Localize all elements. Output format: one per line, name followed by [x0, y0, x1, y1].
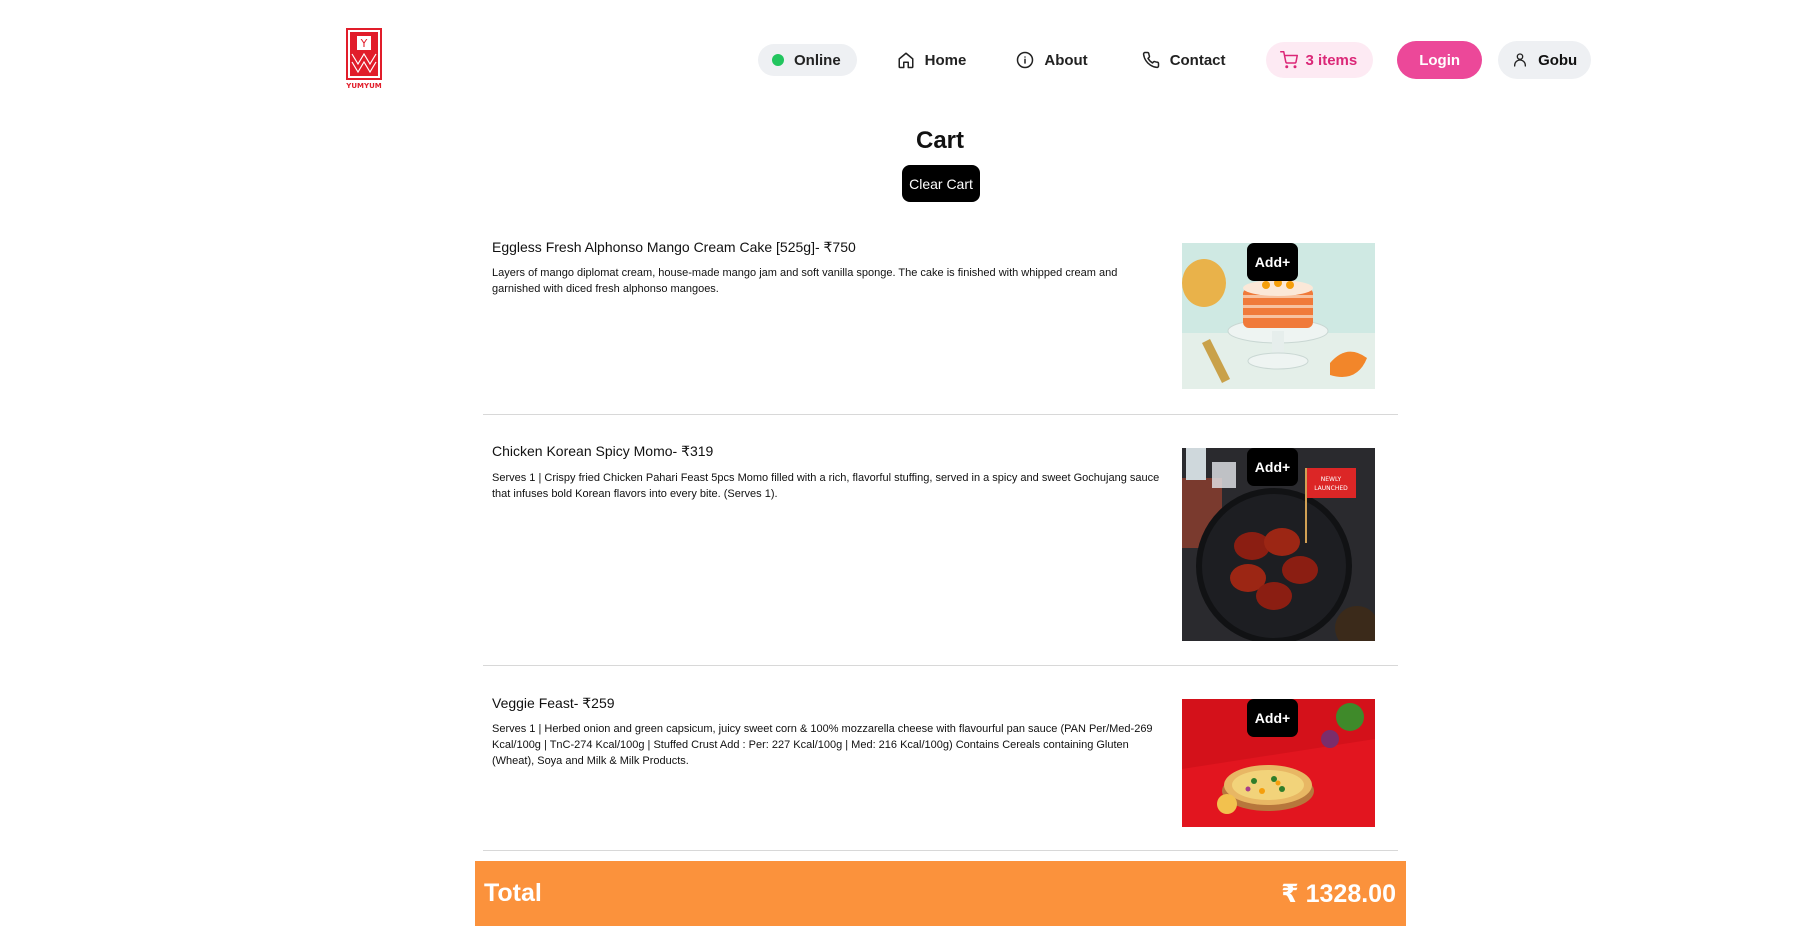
add-item-button[interactable]: Add+ [1247, 243, 1298, 281]
shopping-cart-icon [1279, 51, 1298, 69]
nav-about-label: About [1044, 51, 1088, 69]
item-image: Add+ [1182, 243, 1375, 389]
item-description: Layers of mango diplomat cream, house-ma… [492, 267, 1118, 295]
status-label: Online [794, 51, 841, 69]
home-icon [898, 52, 914, 69]
main-nav: Online Home About Contact 3 items Login … [758, 41, 1592, 79]
nav-home-label: Home [924, 51, 967, 69]
add-item-button[interactable]: Add+ [1247, 699, 1298, 737]
total-value: ₹ 1328.00 [1281, 879, 1396, 908]
user-menu-button[interactable]: Gobu [1498, 41, 1592, 79]
phone-icon [1142, 51, 1159, 69]
newly-launched-flag [1306, 468, 1356, 498]
badge-text-line1: NEWLY [1321, 476, 1342, 483]
cart-item: Veggie Feast- ₹259 Serves 1 | Herbed oni… [483, 679, 1398, 851]
cart-count-label: 3 items [1305, 51, 1358, 69]
nav-about[interactable]: About [1016, 51, 1088, 69]
cart-item: Eggless Fresh Alphonso Mango Cream Cake … [483, 222, 1398, 415]
nav-contact[interactable]: Contact [1142, 51, 1226, 69]
item-image: NEWLY LAUNCHED Add+ [1182, 448, 1375, 641]
nav-contact-label: Contact [1169, 51, 1226, 69]
item-name: Chicken Korean Spicy Momo- ₹319 [492, 443, 714, 459]
online-status-badge: Online [758, 44, 857, 76]
add-item-button[interactable]: Add+ [1247, 448, 1298, 486]
cart-total-bar: Total ₹ 1328.00 [475, 861, 1406, 926]
user-name: Gobu [1538, 51, 1578, 69]
page-title: Cart [915, 127, 964, 154]
header: Y YUMYUM Online Home About Contact 3 ite… [0, 0, 1810, 120]
item-description: Serves 1 | Crispy fried Chicken Pahari F… [492, 472, 1160, 500]
badge-text-line2: LAUNCHED [1314, 485, 1348, 492]
total-label: Total [484, 879, 542, 907]
brand-logo[interactable]: Y YUMYUM [345, 28, 382, 90]
cart-item: Chicken Korean Spicy Momo- ₹319 Serves 1… [483, 428, 1398, 666]
online-dot-icon [772, 54, 784, 66]
item-name: Veggie Feast- ₹259 [492, 695, 615, 711]
cart-button[interactable]: 3 items [1265, 42, 1374, 78]
clear-cart-button[interactable]: Clear Cart [902, 165, 980, 202]
item-description: Serves 1 | Herbed onion and green capsic… [492, 723, 1153, 767]
user-icon [1514, 53, 1527, 67]
nav-home[interactable]: Home [897, 51, 967, 69]
logo-text: YUMYUM [346, 82, 382, 90]
item-name: Eggless Fresh Alphonso Mango Cream Cake … [492, 239, 856, 255]
logo-letter: Y [360, 37, 368, 50]
login-button[interactable]: Login [1397, 41, 1483, 79]
item-image: Add+ [1182, 699, 1375, 827]
info-icon [1017, 51, 1034, 69]
